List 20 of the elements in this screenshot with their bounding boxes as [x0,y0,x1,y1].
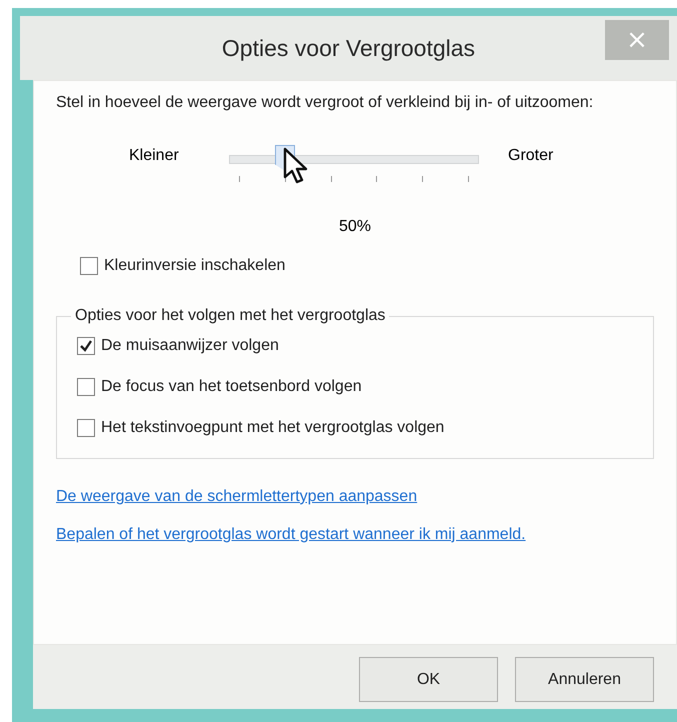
checkbox[interactable] [77,418,95,436]
checkbox-label: De muisaanwijzer volgen [101,336,279,354]
group-title: Opties voor het volgen met het vergrootglas [74,307,386,325]
instruction-text: Stel in hoeveel de weergave wordt vergroot of verkleind bij in- of uitzoomen: [56,93,594,113]
checkbox[interactable] [80,257,98,275]
checkbox[interactable] [77,336,95,354]
settings-link[interactable]: Bepalen of het vergrootglas wordt gestart wanneer ik mij aanmeld. [56,523,596,547]
cancel-button[interactable]: Annuleren [515,657,654,702]
slider-min-label: Kleiner [129,147,180,165]
check-icon [79,338,93,352]
zoom-percentage: 50% [338,218,372,236]
ok-button[interactable]: OK [359,657,498,702]
checkbox-label: Kleurinversie inschakelen [104,257,286,275]
checkbox-label: Het tekstinvoegpunt met het vergrootglas volgen [101,418,444,436]
slider-max-label: Groter [508,147,554,165]
window-title: Opties voor Vergrootglas [222,34,476,62]
checkbox[interactable] [77,378,95,396]
settings-link[interactable]: De weergave van de schermlettertypen aanpassen [56,485,596,509]
checkbox-label: De focus van het toetsenbord volgen [101,378,362,396]
mouse-pointer-icon [283,147,309,185]
